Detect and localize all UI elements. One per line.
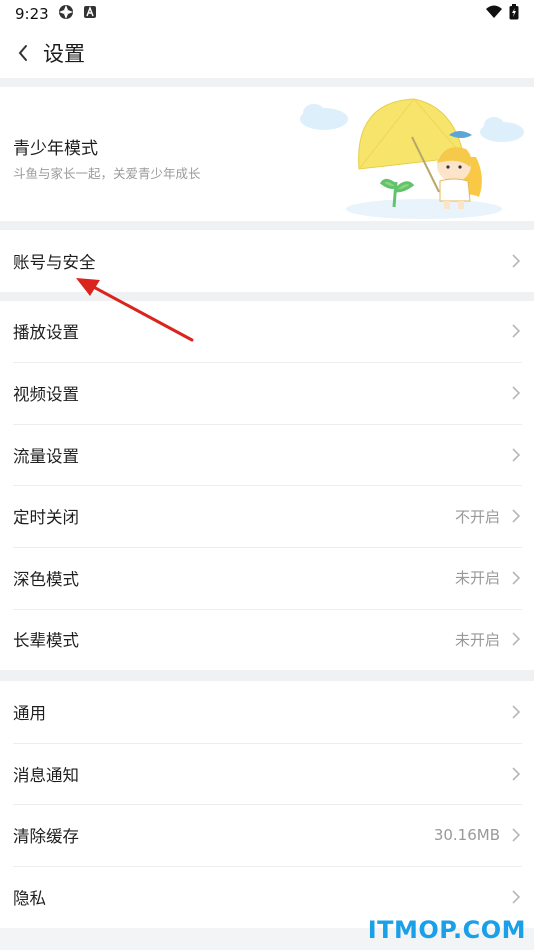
playback-settings-row[interactable]: 播放设置 — [0, 301, 534, 363]
section-divider — [0, 78, 534, 87]
teen-mode-subtitle: 斗鱼与家长一起，关爱青少年成长 — [13, 166, 201, 181]
row-label: 账号与安全 — [13, 252, 96, 272]
section-divider — [0, 221, 534, 230]
wifi-icon — [485, 5, 503, 23]
row-label: 流量设置 — [13, 446, 79, 466]
teen-mode-illustration — [300, 98, 524, 219]
chevron-right-icon — [510, 889, 522, 905]
row-label: 通用 — [13, 703, 46, 723]
chevron-right-icon — [510, 253, 522, 269]
header-bar: 设置 — [0, 28, 534, 78]
account-section: 账号与安全 — [0, 230, 534, 292]
row-label: 视频设置 — [13, 384, 79, 404]
section-divider — [0, 670, 534, 682]
dark-mode-row[interactable]: 深色模式 未开启 — [0, 546, 534, 609]
row-label: 隐私 — [13, 888, 46, 908]
row-label: 长辈模式 — [13, 631, 79, 651]
section-divider — [0, 291, 534, 301]
chevron-right-icon — [510, 827, 522, 843]
cache-size-value: 30.16MB — [433, 826, 500, 845]
a-badge-icon — [83, 5, 97, 23]
chevron-right-icon — [510, 631, 522, 647]
chevron-right-icon — [510, 323, 522, 339]
account-security-row[interactable]: 账号与安全 — [0, 230, 534, 292]
teen-mode-card[interactable]: 青少年模式 斗鱼与家长一起，关爱青少年成长 — [0, 87, 534, 221]
chevron-right-icon — [510, 570, 522, 586]
sleep-timer-row[interactable]: 定时关闭 不开启 — [0, 485, 534, 547]
row-label: 清除缓存 — [13, 827, 79, 847]
general-row[interactable]: 通用 — [0, 681, 534, 743]
status-time: 9:23 — [15, 5, 49, 23]
video-settings-row[interactable]: 视频设置 — [0, 362, 534, 424]
chevron-right-icon — [510, 385, 522, 401]
chevron-right-icon — [510, 508, 522, 524]
row-label: 消息通知 — [13, 765, 79, 785]
playback-settings-section: 播放设置 视频设置 流量设置 定时关闭 不开启 深色模式 未开启 长辈模式 未开… — [0, 300, 534, 671]
row-label: 深色模式 — [13, 569, 79, 589]
watermark-logo: ITMOP.COM — [367, 916, 526, 944]
page-title: 设置 — [43, 42, 85, 66]
chevron-right-icon — [510, 704, 522, 720]
row-value: 未开启 — [454, 630, 500, 649]
status-bar: 9:23 — [0, 0, 534, 28]
chevron-right-icon — [510, 766, 522, 782]
teen-mode-title: 青少年模式 — [13, 139, 98, 159]
back-button[interactable] — [10, 40, 36, 66]
general-section: 通用 消息通知 清除缓存 30.16MB 隐私 — [0, 681, 534, 928]
row-label: 定时关闭 — [13, 508, 79, 528]
notifications-row[interactable]: 消息通知 — [0, 742, 534, 805]
chevron-right-icon — [510, 447, 522, 463]
chevron-left-icon — [18, 45, 27, 61]
app-notification-icon — [57, 3, 75, 25]
row-value: 未开启 — [454, 569, 500, 588]
clear-cache-row[interactable]: 清除缓存 30.16MB — [0, 804, 534, 866]
settings-page: 9:23 设置 青少年模式 斗鱼与家长一起，关爱青少年成长 账号与安全 播放设置… — [0, 0, 534, 950]
row-label: 播放设置 — [13, 323, 79, 343]
data-usage-settings-row[interactable]: 流量设置 — [0, 423, 534, 486]
battery-icon — [509, 4, 519, 24]
elder-mode-row[interactable]: 长辈模式 未开启 — [0, 608, 534, 671]
row-value: 不开启 — [454, 507, 500, 526]
